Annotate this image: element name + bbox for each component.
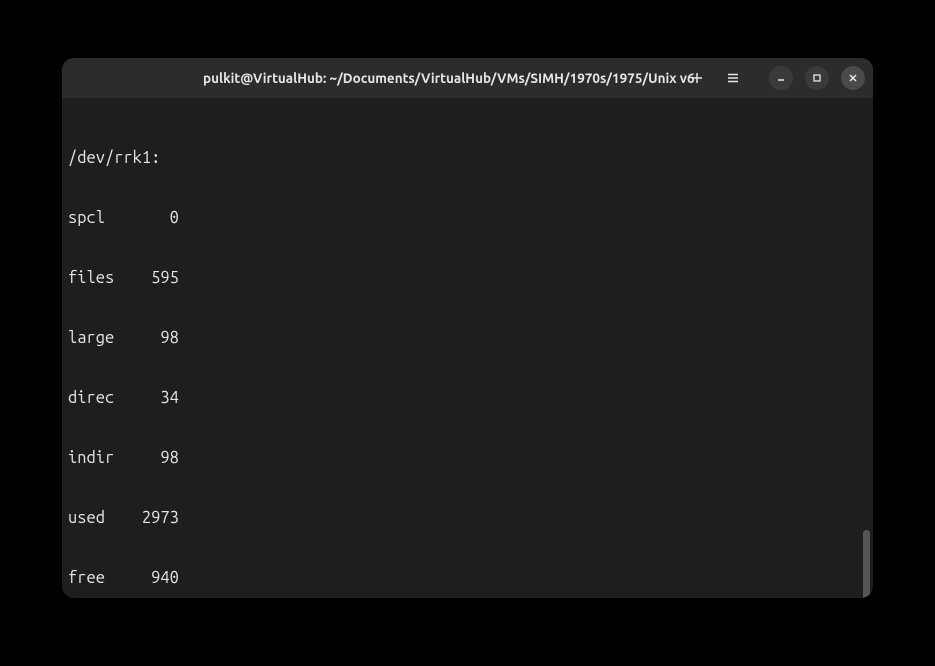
terminal-line: large 98 bbox=[68, 328, 867, 348]
close-icon bbox=[848, 73, 858, 83]
close-button[interactable] bbox=[841, 66, 865, 90]
minimize-icon bbox=[776, 73, 786, 83]
window-controls bbox=[769, 66, 865, 90]
terminal-line: files 595 bbox=[68, 268, 867, 288]
scrollbar-thumb[interactable] bbox=[863, 530, 870, 598]
titlebar-controls bbox=[685, 66, 865, 90]
terminal-line: indir 98 bbox=[68, 448, 867, 468]
maximize-icon bbox=[812, 73, 822, 83]
terminal-line: used 2973 bbox=[68, 508, 867, 528]
terminal-window: pulkit@VirtualHub: ~/Documents/VirtualHu… bbox=[62, 58, 873, 598]
window-title: pulkit@VirtualHub: ~/Documents/VirtualHu… bbox=[203, 70, 695, 86]
menu-button[interactable] bbox=[721, 66, 745, 90]
terminal-line: spcl 0 bbox=[68, 208, 867, 228]
minimize-button[interactable] bbox=[769, 66, 793, 90]
titlebar: pulkit@VirtualHub: ~/Documents/VirtualHu… bbox=[62, 58, 873, 98]
terminal-line: free 940 bbox=[68, 568, 867, 588]
terminal-body[interactable]: /dev/rrk1: spcl 0 files 595 large 98 dir… bbox=[62, 98, 873, 598]
terminal-line: /dev/rrk1: bbox=[68, 148, 867, 168]
hamburger-icon bbox=[726, 71, 740, 85]
maximize-button[interactable] bbox=[805, 66, 829, 90]
terminal-line: direc 34 bbox=[68, 388, 867, 408]
